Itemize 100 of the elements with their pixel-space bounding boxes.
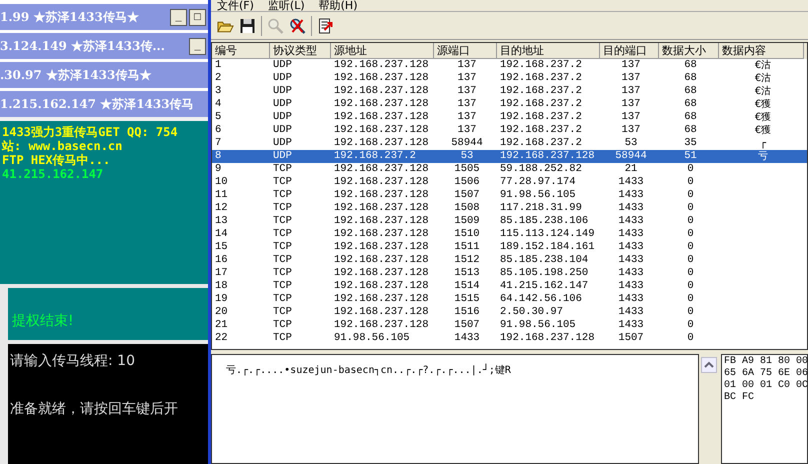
window-button[interactable]: _ — [170, 8, 187, 26]
table-cell-text: €獲 — [754, 124, 772, 137]
table-cell-text: 1433 — [453, 332, 481, 345]
table-row[interactable]: 15 TCP 192.168.237.128 1511 189.152.184.161 1433 0 — [212, 241, 807, 254]
table-cell-text: 1433 — [617, 202, 645, 215]
table-cell-text: 192.168.237.128 — [333, 124, 430, 137]
table-cell-text: 5 — [214, 111, 222, 124]
window-title: 3.124.149 ★苏泽1433传... — [0, 38, 166, 54]
table-cell-text: UDP — [272, 98, 293, 111]
table-row[interactable]: 22 TCP 91.98.56.105 1433 192.168.237.128 1507 0 — [212, 332, 807, 345]
menu-item[interactable]: 帮助(H) — [318, 0, 358, 11]
table-cell-text: 137 — [456, 85, 478, 98]
table-cell-text: 77.28.97.174 — [499, 176, 577, 189]
table-row[interactable]: 13 TCP 192.168.237.128 1509 85.185.238.106 1433 0 — [212, 215, 807, 228]
table-row[interactable]: 5 UDP 192.168.237.128 137 192.168.237.2 137 68 €獲 — [212, 111, 807, 124]
table-row[interactable]: 3 UDP 192.168.237.128 137 192.168.237.2 137 68 €沽 — [212, 85, 807, 98]
table-cell-text: 0 — [686, 163, 695, 176]
window-title-bar[interactable]: 3.124.149 ★苏泽1433传... _ — [0, 33, 208, 59]
table-cell-text: 91.98.56.105 — [499, 319, 577, 332]
table-cell-text: 6 — [214, 124, 222, 137]
table-cell-text: 68 — [683, 124, 698, 137]
column-header[interactable]: 目的端口 — [600, 43, 659, 59]
notebook-arrow-icon[interactable] — [317, 18, 334, 34]
table-cell-text: 0 — [686, 332, 695, 345]
column-header[interactable]: 源地址 — [331, 43, 434, 59]
magnifier-cross-icon[interactable] — [289, 18, 306, 34]
table-cell-text: 41.215.162.147 — [499, 280, 590, 293]
table-cell-text: UDP — [272, 124, 293, 137]
table-cell-text: 16 — [214, 254, 229, 267]
table-cell-text: 192.168.237.128 — [333, 306, 430, 319]
column-header[interactable]: 源端口 — [434, 43, 497, 59]
table-cell-text: 192.168.237.128 — [333, 189, 430, 202]
table-cell-text: 1433 — [617, 241, 645, 254]
table-cell-text: 1505 — [453, 163, 481, 176]
table-row[interactable]: 4 UDP 192.168.237.128 137 192.168.237.2 137 68 €獲 — [212, 98, 807, 111]
table-cell-text: 137 — [620, 98, 642, 111]
table-row[interactable]: 10 TCP 192.168.237.128 1506 77.28.97.174 1433 0 — [212, 176, 807, 189]
table-row[interactable]: 14 TCP 192.168.237.128 1510 115.113.124.149 1433 0 — [212, 228, 807, 241]
table-row[interactable]: 6 UDP 192.168.237.128 137 192.168.237.2 137 68 €獲 — [212, 124, 807, 137]
table-row[interactable]: 12 TCP 192.168.237.128 1508 117.218.31.99 1433 0 — [212, 202, 807, 215]
table-cell-text: 0 — [686, 319, 695, 332]
table-cell-text: 137 — [620, 59, 642, 72]
table-row[interactable]: 21 TCP 192.168.237.128 1507 91.98.56.105 1433 0 — [212, 319, 807, 332]
column-header[interactable]: 协议类型 — [270, 43, 331, 59]
table-row[interactable]: 11 TCP 192.168.237.128 1507 91.98.56.105 1433 0 — [212, 189, 807, 202]
table-cell-text: 0 — [686, 267, 695, 280]
table-cell-text: 1433 — [617, 280, 645, 293]
table-cell-text: 0 — [686, 241, 695, 254]
table-cell-text: €沽 — [754, 72, 772, 85]
column-header[interactable]: 编号 — [212, 43, 270, 59]
table-cell-text: 192.168.237.128 — [499, 150, 596, 163]
table-cell-text: 192.168.237.2 — [499, 111, 583, 124]
window-title-bar[interactable]: 1.99 ★苏泽1433传马★ _ □ — [0, 4, 208, 30]
table-row[interactable]: 17 TCP 192.168.237.128 1513 85.105.198.250 1433 0 — [212, 267, 807, 280]
table-cell-text: 192.168.237.128 — [333, 111, 430, 124]
table-row[interactable]: 20 TCP 192.168.237.128 1516 2.50.30.97 1433 0 — [212, 306, 807, 319]
packet-text: 亏.┌.┌....•suzejun-basecn┐cn..┌.┌?.┌.┌...|.┘;键R — [226, 365, 511, 376]
table-cell-text: 21 — [214, 319, 229, 332]
table-cell-text: 1433 — [617, 293, 645, 306]
hex-line: BC FC — [724, 392, 756, 404]
table-row[interactable]: 9 TCP 192.168.237.128 1505 59.188.252.82 21 0 — [212, 163, 807, 176]
table-cell-text: UDP — [272, 85, 293, 98]
table-row[interactable]: 7 UDP 192.168.237.128 58944 192.168.237.2 53 35 ┌ — [212, 137, 807, 150]
table-cell-text: 137 — [456, 72, 478, 85]
table-row[interactable]: 16 TCP 192.168.237.128 1512 85.185.238.104 1433 0 — [212, 254, 807, 267]
table-cell-text: 68 — [683, 98, 698, 111]
window-button[interactable]: □ — [189, 8, 206, 26]
table-cell-text: 192.168.237.128 — [333, 254, 430, 267]
table-cell-text: 192.168.237.128 — [333, 228, 430, 241]
table-row[interactable]: 19 TCP 192.168.237.128 1515 64.142.56.106 1433 0 — [212, 293, 807, 306]
table-cell-text: 1509 — [453, 215, 481, 228]
table-cell-text: 0 — [686, 254, 695, 267]
table-cell-text: 1506 — [453, 176, 481, 189]
table-cell-text: 64.142.56.106 — [499, 293, 583, 306]
table-cell-text: TCP — [272, 293, 293, 306]
column-header[interactable]: 数据内容 — [719, 43, 804, 59]
column-header[interactable]: 数据大小 — [659, 43, 719, 59]
table-cell-text: 192.168.237.128 — [333, 72, 430, 85]
console-line: 准备就绪，请按回车键后开 — [10, 400, 179, 419]
table-cell-text: 85.185.238.104 — [499, 254, 590, 267]
window-button[interactable]: _ — [189, 38, 206, 54]
table-cell-text: €沽 — [754, 85, 772, 98]
table-cell-text: TCP — [272, 228, 293, 241]
table-row[interactable]: 8 UDP 192.168.237.2 53 192.168.237.128 58944 51 亏 — [212, 150, 807, 163]
table-row[interactable]: 1 UDP 192.168.237.128 137 192.168.237.2 137 68 €沽 — [212, 59, 807, 72]
table-cell-text: 1433 — [617, 267, 645, 280]
log-line: FTP HEX传马中... — [2, 153, 112, 167]
table-cell-text: TCP — [272, 163, 293, 176]
table-cell-text: TCP — [272, 267, 293, 280]
scroll-up-icon[interactable] — [701, 357, 717, 373]
table-row[interactable]: 18 TCP 192.168.237.128 1514 41.215.162.147 1433 0 — [212, 280, 807, 293]
menu-item[interactable]: 监听(L) — [268, 0, 305, 11]
table-cell-text: 2 — [214, 72, 222, 85]
table-cell-text: 8 — [214, 150, 222, 163]
table-cell-text: 0 — [686, 189, 695, 202]
menu-item[interactable]: 文件(F) — [217, 0, 254, 11]
column-header[interactable]: 目的地址 — [497, 43, 600, 59]
table-cell-text: 68 — [683, 111, 698, 124]
table-row[interactable]: 2 UDP 192.168.237.128 137 192.168.237.2 137 68 €沽 — [212, 72, 807, 85]
table-cell-text: 192.168.237.2 — [499, 124, 583, 137]
